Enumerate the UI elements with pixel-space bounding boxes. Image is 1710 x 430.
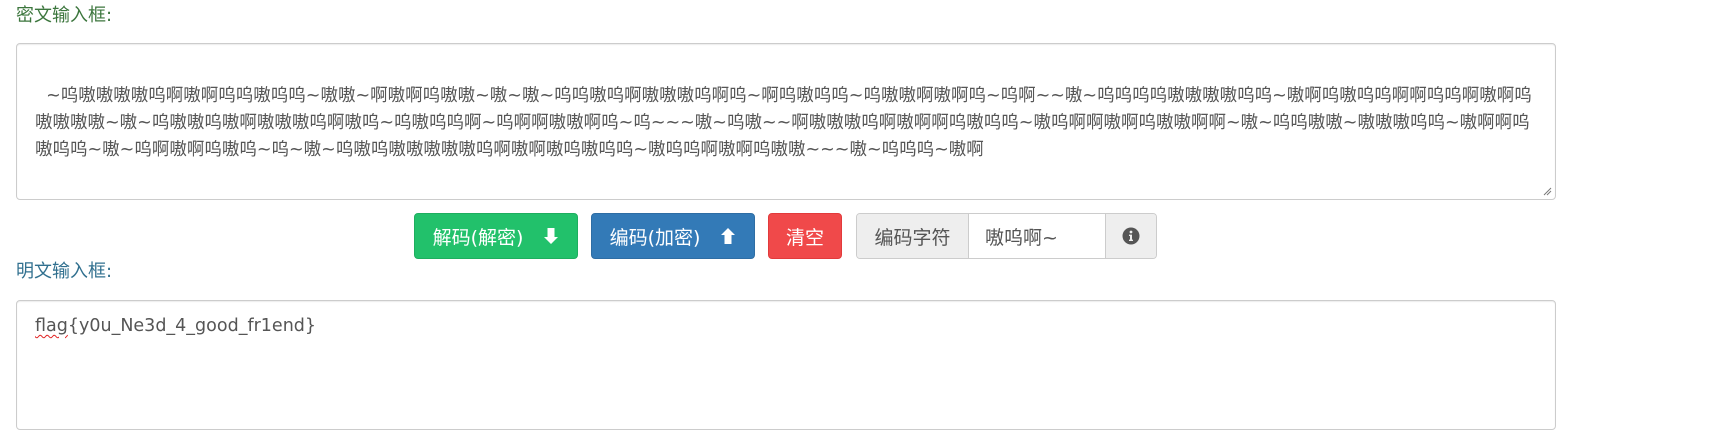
clear-button-label: 清空: [785, 226, 824, 249]
decode-button[interactable]: 解码(解密): [414, 213, 578, 259]
cipher-text: ~呜嗷嗷嗷嗷呜啊嗷啊呜呜嗷呜呜~嗷嗷~啊嗷啊呜嗷嗷~嗷~嗷~呜呜嗷呜啊嗷嗷嗷呜啊…: [35, 86, 1532, 160]
plain-label: 明文输入框:: [16, 261, 113, 282]
clear-button[interactable]: 清空: [768, 213, 842, 259]
charset-input-group: 编码字符: [856, 213, 1157, 259]
arrow-up-icon: [720, 227, 736, 245]
cipher-label: 密文输入框:: [16, 5, 113, 26]
resize-grip-icon[interactable]: [1542, 186, 1552, 196]
plain-textarea[interactable]: flag{y0u_Ne3d_4_good_fr1end}: [16, 300, 1556, 430]
plain-text-rest: {y0u_Ne3d_4_good_fr1end}: [67, 316, 317, 336]
info-circle-icon: [1122, 227, 1140, 245]
encode-button-label: 编码(加密): [609, 226, 701, 249]
info-button[interactable]: [1106, 214, 1156, 258]
cipher-textarea[interactable]: ~呜嗷嗷嗷嗷呜啊嗷啊呜呜嗷呜呜~嗷嗷~啊嗷啊呜嗷嗷~嗷~嗷~呜呜嗷呜啊嗷嗷嗷呜啊…: [16, 43, 1556, 200]
arrow-down-icon: [543, 227, 559, 245]
charset-input[interactable]: [969, 214, 1106, 258]
plain-text-flag: flag: [35, 316, 68, 336]
decode-button-label: 解码(解密): [432, 226, 524, 249]
encode-button[interactable]: 编码(加密): [591, 213, 755, 259]
charset-label: 编码字符: [857, 214, 969, 258]
